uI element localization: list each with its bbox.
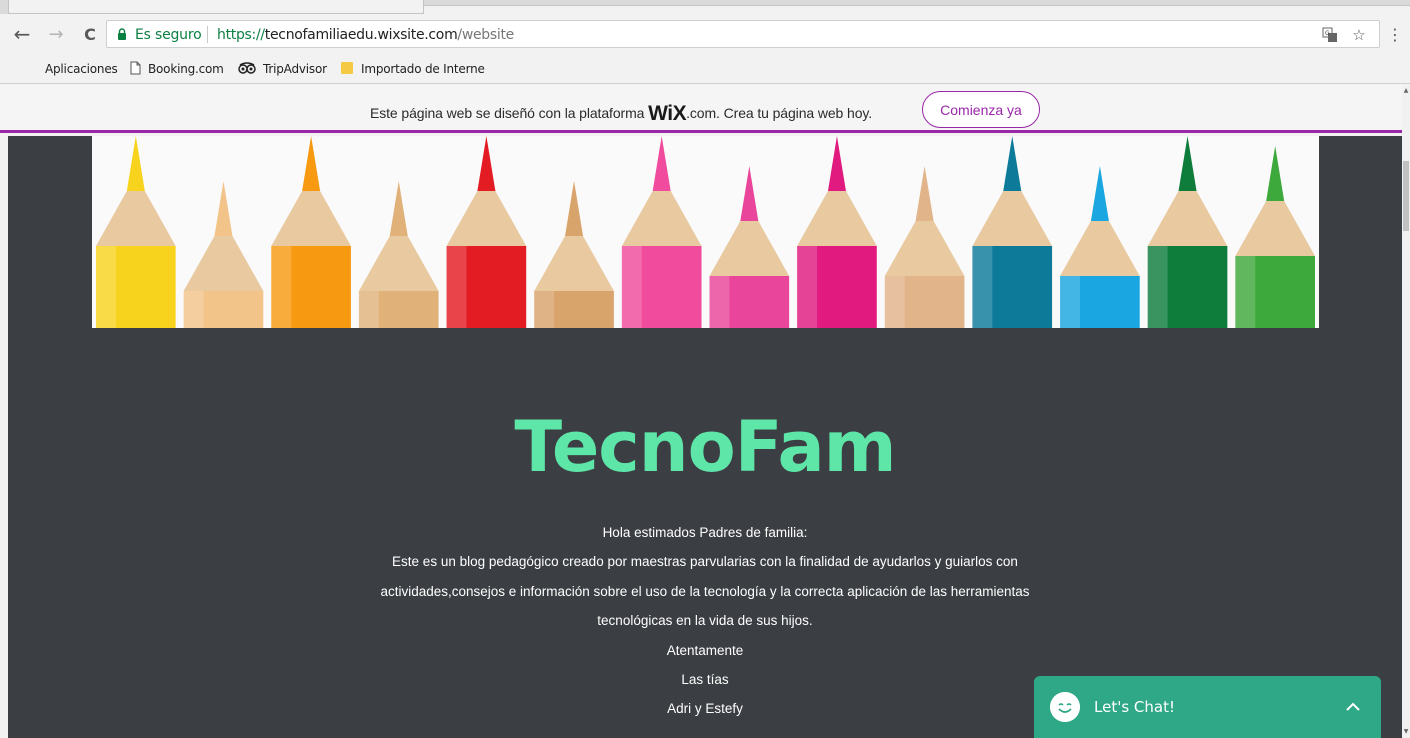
lock-icon: [118, 28, 126, 40]
wix-logo: WiX: [648, 102, 687, 125]
wix-banner-text: Este página web se diseñó con la platafo…: [370, 100, 873, 125]
site-title: TecnoFam: [514, 406, 896, 488]
welcome-line: Este es un blog pedagógico creado por ma…: [392, 554, 1018, 570]
url-scheme: https://: [217, 27, 265, 43]
tab-strip-background: [424, 5, 1410, 14]
lets-chat-widget[interactable]: Let's Chat!: [1034, 676, 1381, 738]
scroll-up-icon[interactable]: ▲: [1402, 87, 1410, 94]
welcome-line: actividades,consejos e información sobre…: [380, 583, 1030, 599]
bookmark-imported-folder[interactable]: Importado de Interne: [340, 60, 485, 78]
welcome-line: Atentamente: [666, 642, 744, 658]
svg-text:G: G: [1325, 30, 1330, 37]
forward-icon[interactable]: →: [44, 22, 68, 46]
back-icon[interactable]: ←: [10, 22, 34, 46]
star-icon[interactable]: ☆: [1349, 25, 1369, 45]
folder-icon: [340, 61, 354, 78]
wix-logo-com: .com: [686, 105, 717, 121]
bookmark-tripadvisor[interactable]: TripAdvisor: [238, 60, 327, 78]
bookmark-label: Importado de Interne: [361, 62, 485, 76]
chevron-up-icon[interactable]: [1343, 697, 1363, 717]
welcome-line: tecnológicas en la vida de sus hijos.: [597, 613, 813, 629]
menu-icon[interactable]: ⋮: [1387, 24, 1403, 44]
bookmark-label: Aplicaciones: [45, 62, 118, 76]
omnibox-separator: [207, 26, 208, 43]
wix-promo-banner: Este página web se diseñó con la platafo…: [0, 85, 1410, 133]
bookmark-label: TripAdvisor: [263, 62, 327, 76]
address-bar[interactable]: Es seguro https://tecnofamiliaedu.wixsit…: [106, 20, 1380, 48]
apps-grid-icon: [24, 62, 38, 76]
reload-icon[interactable]: C: [78, 22, 102, 46]
scroll-down-icon[interactable]: ▼: [1402, 728, 1410, 735]
smiley-icon: [1050, 692, 1080, 722]
wix-banner-text-after: . Crea tu página web hoy.: [716, 105, 873, 121]
url-text: https://tecnofamiliaedu.wixsite.com/webs…: [217, 27, 514, 43]
welcome-line: Hola estimados Padres de familia:: [602, 525, 808, 540]
bookmark-label: Booking.com: [148, 62, 224, 76]
url-path: /website: [457, 27, 514, 43]
chat-label: Let's Chat!: [1094, 698, 1175, 716]
bookmark-apps[interactable]: Aplicaciones: [24, 60, 118, 78]
translate-icon[interactable]: G: [1320, 25, 1340, 45]
page-icon: [130, 61, 141, 78]
pencils-header-image: [92, 136, 1319, 328]
secure-label: Es seguro: [135, 27, 202, 43]
bookmark-booking[interactable]: Booking.com: [130, 60, 224, 78]
active-tab[interactable]: [8, 0, 424, 14]
tab-strip: [0, 0, 1410, 14]
bookmarks-bar: Aplicaciones Booking.com TripAdvisor Imp…: [0, 54, 1410, 84]
comienza-ya-button[interactable]: Comienza ya: [922, 91, 1040, 128]
url-host: tecnofamiliaedu.wixsite.com: [264, 27, 458, 43]
browser-toolbar: ← → C Es seguro https://tecnofamiliaedu.…: [0, 14, 1410, 54]
tripadvisor-icon: [238, 61, 256, 77]
page-scrollbar[interactable]: ▲ ▼: [1402, 85, 1410, 738]
scrollbar-thumb[interactable]: [1403, 161, 1409, 231]
page-content: TecnoFam Hola estimados Padres de famili…: [8, 136, 1402, 738]
wix-banner-text-before: Este página web se diseñó con la platafo…: [370, 105, 649, 121]
